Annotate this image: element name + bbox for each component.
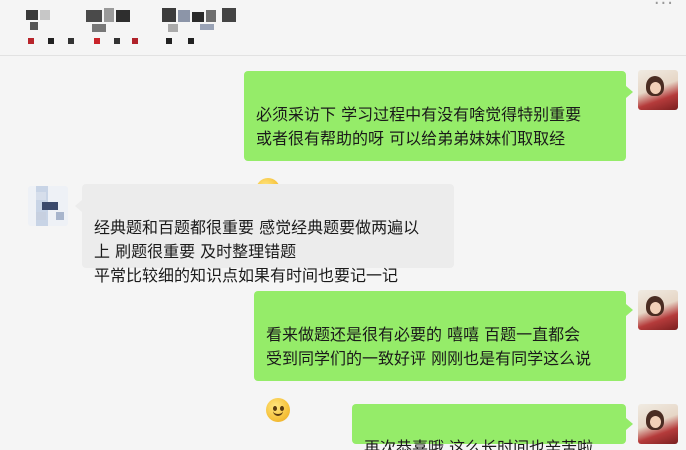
bubble-tail <box>626 304 633 316</box>
message-text: 看来做题还是很有必要的 嘻嘻 百题一直都会 受到同学们的一致好评 刚刚也是有同学… <box>266 325 592 368</box>
bubble-tail <box>75 200 82 212</box>
avatar-other[interactable] <box>28 186 68 226</box>
thinking-emoji <box>266 397 290 422</box>
message-bubble-sent[interactable]: 必须采访下 学习过程中有没有啥觉得特别重要 或者很有帮助的呀 可以给弟弟妹妹们取… <box>244 71 626 202</box>
avatar-me[interactable] <box>638 290 678 330</box>
message-text: 经典题和百题都很重要 感觉经典题要做两遍以 上 刷题很重要 及时整理错题 平常比… <box>94 218 420 285</box>
message-bubble-sent[interactable]: 再次恭喜哦 这么长时间也辛苦啦 <box>352 404 626 450</box>
message-bubble-received[interactable]: 经典题和百题都很重要 感觉经典题要做两遍以 上 刷题很重要 及时整理错题 平常比… <box>82 184 454 285</box>
chat-header: ··· <box>0 0 686 56</box>
message-text: 必须采访下 学习过程中有没有啥觉得特别重要 或者很有帮助的呀 可以给弟弟妹妹们取… <box>256 105 582 148</box>
more-dots-icon[interactable]: ··· <box>654 0 674 13</box>
pixelated-contact-name <box>0 0 260 52</box>
message-bubble-sent[interactable]: 看来做题还是很有必要的 嘻嘻 百题一直都会 受到同学们的一致好评 刚刚也是有同学… <box>254 291 626 422</box>
bubble-tail <box>626 86 633 98</box>
avatar-me[interactable] <box>638 404 678 444</box>
bubble-tail <box>626 418 633 430</box>
message-text: 再次恭喜哦 这么长时间也辛苦啦 <box>364 438 594 450</box>
avatar-me[interactable] <box>638 70 678 110</box>
